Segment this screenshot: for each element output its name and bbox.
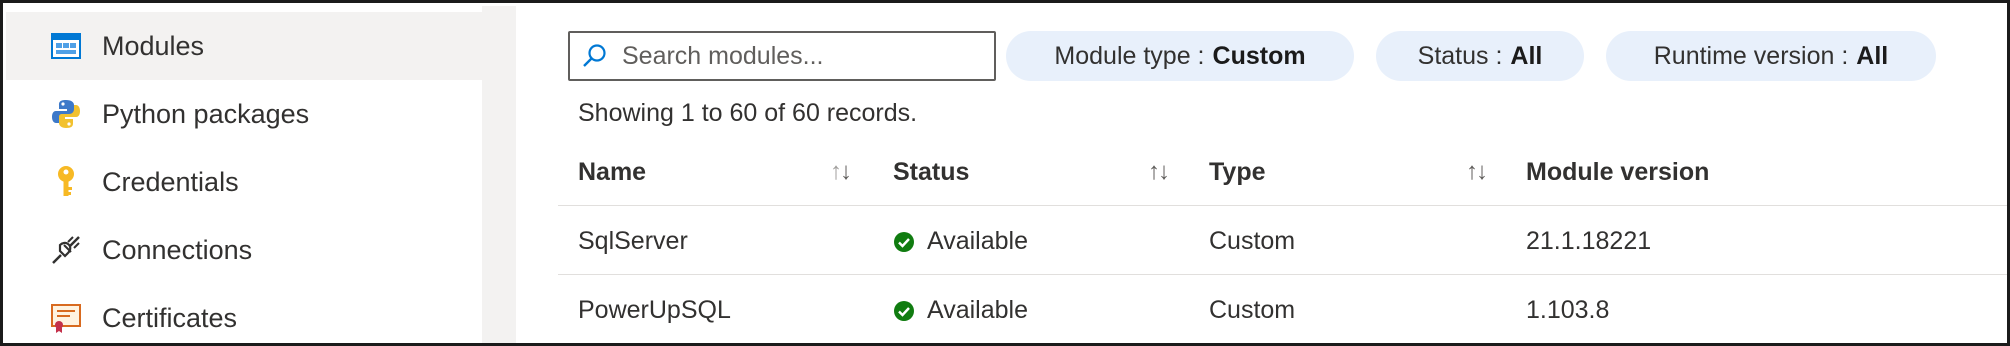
module-name[interactable]: SqlServer [578, 227, 688, 256]
table-row[interactable]: PowerUpSQL Available Custom 1.103.8 [558, 276, 2007, 343]
status-cell: Available [893, 296, 1028, 325]
module-type-filter[interactable]: Module type : Custom [1006, 31, 1354, 81]
main-content: Module type : Custom Status : All Runtim… [516, 6, 2007, 343]
sidebar-item-certificates[interactable]: Certificates [6, 284, 482, 343]
module-name[interactable]: PowerUpSQL [578, 296, 731, 325]
filter-value: All [1856, 41, 1889, 70]
filter-value: Custom [1212, 41, 1306, 70]
sidebar-item-label: Modules [102, 30, 205, 61]
version-cell: 21.1.18221 [1526, 227, 1652, 255]
version-cell: 1.103.8 [1526, 296, 1610, 324]
sidebar-item-label: Certificates [102, 302, 238, 333]
sidebar-item-label: Credentials [102, 166, 239, 197]
search-icon [582, 41, 612, 71]
column-header-name[interactable]: Name [578, 158, 646, 187]
table-header: Name ↑↓ Status ↑↓ Type ↑↓ Module version [558, 146, 2007, 206]
filter-value: All [1510, 41, 1543, 70]
runtime-version-filter[interactable]: Runtime version : All [1606, 31, 1936, 81]
sort-icon[interactable]: ↑↓ [1466, 158, 1488, 186]
status-cell: Available [893, 227, 1028, 256]
modules-icon [48, 28, 84, 64]
column-header-status[interactable]: Status [893, 158, 969, 187]
python-icon [48, 96, 84, 132]
sidebar-item-connections[interactable]: Connections [6, 216, 482, 284]
check-circle-icon [893, 231, 915, 253]
column-header-module-version[interactable]: Module version [1526, 158, 1709, 187]
sidebar-item-credentials[interactable]: Credentials [6, 148, 482, 216]
table-row[interactable]: SqlServer Available Custom 21.1.18221 [558, 207, 2007, 275]
sidebar-divider [482, 6, 516, 343]
status-text: Available [927, 296, 1029, 324]
search-box[interactable] [568, 31, 996, 81]
status-text: Available [927, 227, 1029, 255]
sort-icon[interactable]: ↑↓ [830, 158, 852, 186]
sidebar-item-python-packages[interactable]: Python packages [6, 80, 482, 148]
check-circle-icon [893, 300, 915, 322]
filter-label: Module type : [1054, 41, 1205, 70]
app-frame: Modules Python packages Credentials Conn… [0, 0, 2010, 346]
sidebar-item-label: Python packages [102, 98, 310, 129]
filter-label: Status : [1417, 41, 1503, 70]
filter-label: Runtime version : [1653, 41, 1849, 70]
certificate-icon [48, 300, 84, 336]
sidebar-item-modules[interactable]: Modules [6, 12, 482, 80]
sidebar: Modules Python packages Credentials Conn… [6, 6, 482, 343]
type-cell: Custom [1209, 296, 1296, 324]
sidebar-item-label: Connections [102, 234, 253, 265]
records-count: Showing 1 to 60 of 60 records. [578, 99, 918, 127]
plug-icon [48, 232, 84, 268]
type-cell: Custom [1209, 227, 1296, 255]
sort-icon[interactable]: ↑↓ [1148, 158, 1170, 186]
search-input[interactable] [622, 41, 982, 71]
key-icon [48, 164, 84, 200]
status-filter[interactable]: Status : All [1376, 31, 1584, 81]
column-header-type[interactable]: Type [1209, 158, 1266, 187]
